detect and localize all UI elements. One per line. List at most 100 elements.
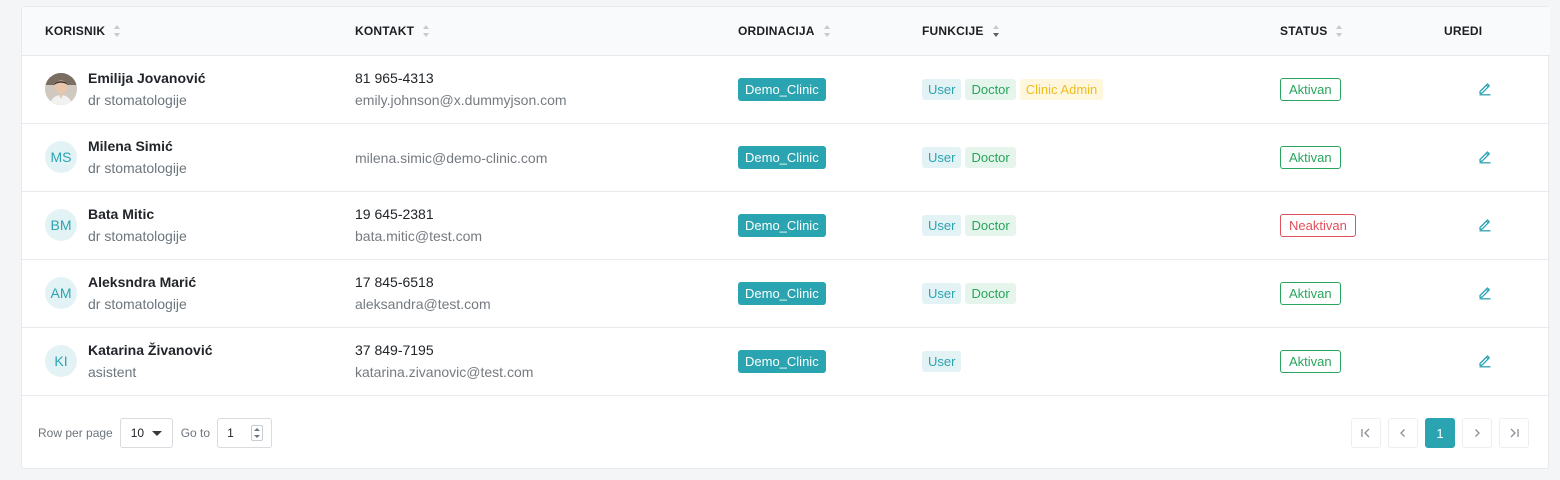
edit-button[interactable] (1477, 216, 1493, 232)
last-page-button[interactable] (1499, 418, 1529, 448)
contact-cell: 19 645-2381 bata.mitic@test.com (343, 191, 726, 259)
edit-button[interactable] (1477, 148, 1493, 164)
table-row: KI Katarina Živanović asistent 37 849-7195 k… (22, 327, 1550, 395)
sort-desc-icon[interactable] (992, 24, 1000, 37)
column-header-roles[interactable]: FUNKCIJE (910, 7, 1268, 56)
pencil-icon (1479, 286, 1491, 299)
user-cell: MS Milena Simić dr stomatologije (22, 123, 343, 191)
clinic-cell: Demo_Clinic (726, 259, 910, 327)
user-title: dr stomatologije (88, 92, 187, 108)
status-badge: Neaktivan (1280, 213, 1356, 237)
table-row: MS Milena Simić dr stomatologije milena.sim… (22, 123, 1550, 191)
page-button-current[interactable]: 1 (1425, 418, 1455, 448)
phone: 37 849-7195 (355, 342, 434, 358)
table-header-row: KORISNIK KONTAKT ORDINACIJA FUNKCIJE STA… (22, 7, 1550, 56)
column-header-user[interactable]: KORISNIK (22, 7, 343, 56)
chevron-left-icon (1400, 429, 1405, 437)
caret-down-icon (151, 431, 162, 436)
user-cell: KI Katarina Živanović asistent (22, 327, 343, 395)
contact-cell: 81 965-4313 emily.johnson@x.dummyjson.com (343, 55, 726, 123)
roles-cell: User Doctor (910, 259, 1268, 327)
contact-cell: milena.simic@demo-clinic.com (343, 123, 726, 191)
avatar: AM (45, 277, 77, 309)
clinic-cell: Demo_Clinic (726, 327, 910, 395)
user-title: dr stomatologije (88, 296, 187, 312)
email: milena.simic@demo-clinic.com (355, 150, 548, 166)
table-row: Emilija Jovanović dr stomatologije 81 965-… (22, 55, 1550, 123)
pagination: 1 (1351, 418, 1529, 448)
user-cell: Emilija Jovanović dr stomatologije (22, 55, 343, 123)
user-name: Bata Mitic (88, 206, 155, 222)
edit-cell (1432, 123, 1550, 191)
user-cell: AM Aleksndra Marić dr stomatologije (22, 259, 343, 327)
table-footer: Row per page 10 Go to 1 1 (22, 417, 1548, 449)
user-name: Milena Simić (88, 138, 173, 154)
roles-cell: User Doctor (910, 191, 1268, 259)
clinic-badge: Demo_Clinic (738, 145, 826, 169)
phone: 19 645-2381 (355, 206, 434, 222)
edit-cell (1432, 259, 1550, 327)
roles-cell: User Doctor Clinic Admin (910, 55, 1268, 123)
sort-icon[interactable] (1336, 24, 1343, 37)
edit-cell (1432, 55, 1550, 123)
rows-per-page-select[interactable]: 10 (119, 418, 173, 448)
status-badge: Aktivan (1280, 349, 1341, 373)
phone: 81 965-4313 (355, 70, 434, 86)
column-header-clinic[interactable]: ORDINACIJA (726, 7, 910, 56)
role-tag: User (922, 282, 962, 304)
next-page-button[interactable] (1462, 418, 1492, 448)
user-title: asistent (88, 364, 137, 380)
pencil-icon (1479, 354, 1491, 367)
first-page-button[interactable] (1351, 418, 1381, 448)
clinic-badge: Demo_Clinic (738, 77, 826, 101)
clinic-cell: Demo_Clinic (726, 123, 910, 191)
column-header-status[interactable]: STATUS (1268, 7, 1432, 56)
email: emily.johnson@x.dummyjson.com (355, 92, 567, 108)
role-tag: Doctor (965, 146, 1016, 168)
role-tag: User (922, 146, 962, 168)
avatar (45, 73, 77, 105)
avatar: MS (45, 141, 77, 173)
role-tag: Clinic Admin (1019, 78, 1104, 100)
email: bata.mitic@test.com (355, 228, 483, 244)
contact-cell: 17 845-6518 aleksandra@test.com (343, 259, 726, 327)
user-photo-icon (45, 73, 77, 105)
status-cell: Aktivan (1268, 55, 1432, 123)
role-tag: Doctor (965, 214, 1016, 236)
user-name: Katarina Živanović (88, 342, 213, 358)
status-cell: Aktivan (1268, 123, 1432, 191)
edit-button[interactable] (1477, 80, 1493, 96)
user-title: dr stomatologije (88, 160, 187, 176)
edit-button[interactable] (1477, 284, 1493, 300)
pencil-icon (1479, 82, 1491, 95)
clinic-cell: Demo_Clinic (726, 191, 910, 259)
column-header-contact[interactable]: KONTAKT (343, 7, 726, 56)
email: aleksandra@test.com (355, 296, 491, 312)
prev-page-button[interactable] (1388, 418, 1418, 448)
user-name: Aleksndra Marić (88, 274, 197, 290)
role-tag: User (922, 214, 962, 236)
sort-icon[interactable] (423, 24, 430, 37)
pencil-icon (1479, 218, 1491, 231)
column-header-edit: UREDI (1432, 7, 1550, 56)
goto-label: Go to (180, 426, 211, 440)
user-name: Emilija Jovanović (88, 70, 206, 86)
role-tag: User (922, 78, 962, 100)
edit-cell (1432, 191, 1550, 259)
users-table-card: KORISNIK KONTAKT ORDINACIJA FUNKCIJE STA… (21, 6, 1550, 469)
status-cell: Aktivan (1268, 327, 1432, 395)
goto-page-input[interactable]: 1 (217, 418, 273, 448)
email: katarina.zivanovic@test.com (355, 364, 534, 380)
role-tag: Doctor (965, 78, 1016, 100)
status-cell: Neaktivan (1268, 191, 1432, 259)
stepper-icon[interactable] (251, 425, 264, 441)
edit-button[interactable] (1477, 352, 1493, 368)
sort-icon[interactable] (823, 24, 831, 37)
first-page-icon (1361, 428, 1370, 438)
phone: 17 845-6518 (355, 274, 434, 290)
users-table: KORISNIK KONTAKT ORDINACIJA FUNKCIJE STA… (22, 7, 1550, 396)
user-cell: BM Bata Mitic dr stomatologije (22, 191, 343, 259)
table-row: AM Aleksndra Marić dr stomatologije 17 845-… (22, 259, 1550, 327)
user-title: dr stomatologije (88, 228, 187, 244)
sort-icon[interactable] (114, 24, 121, 37)
